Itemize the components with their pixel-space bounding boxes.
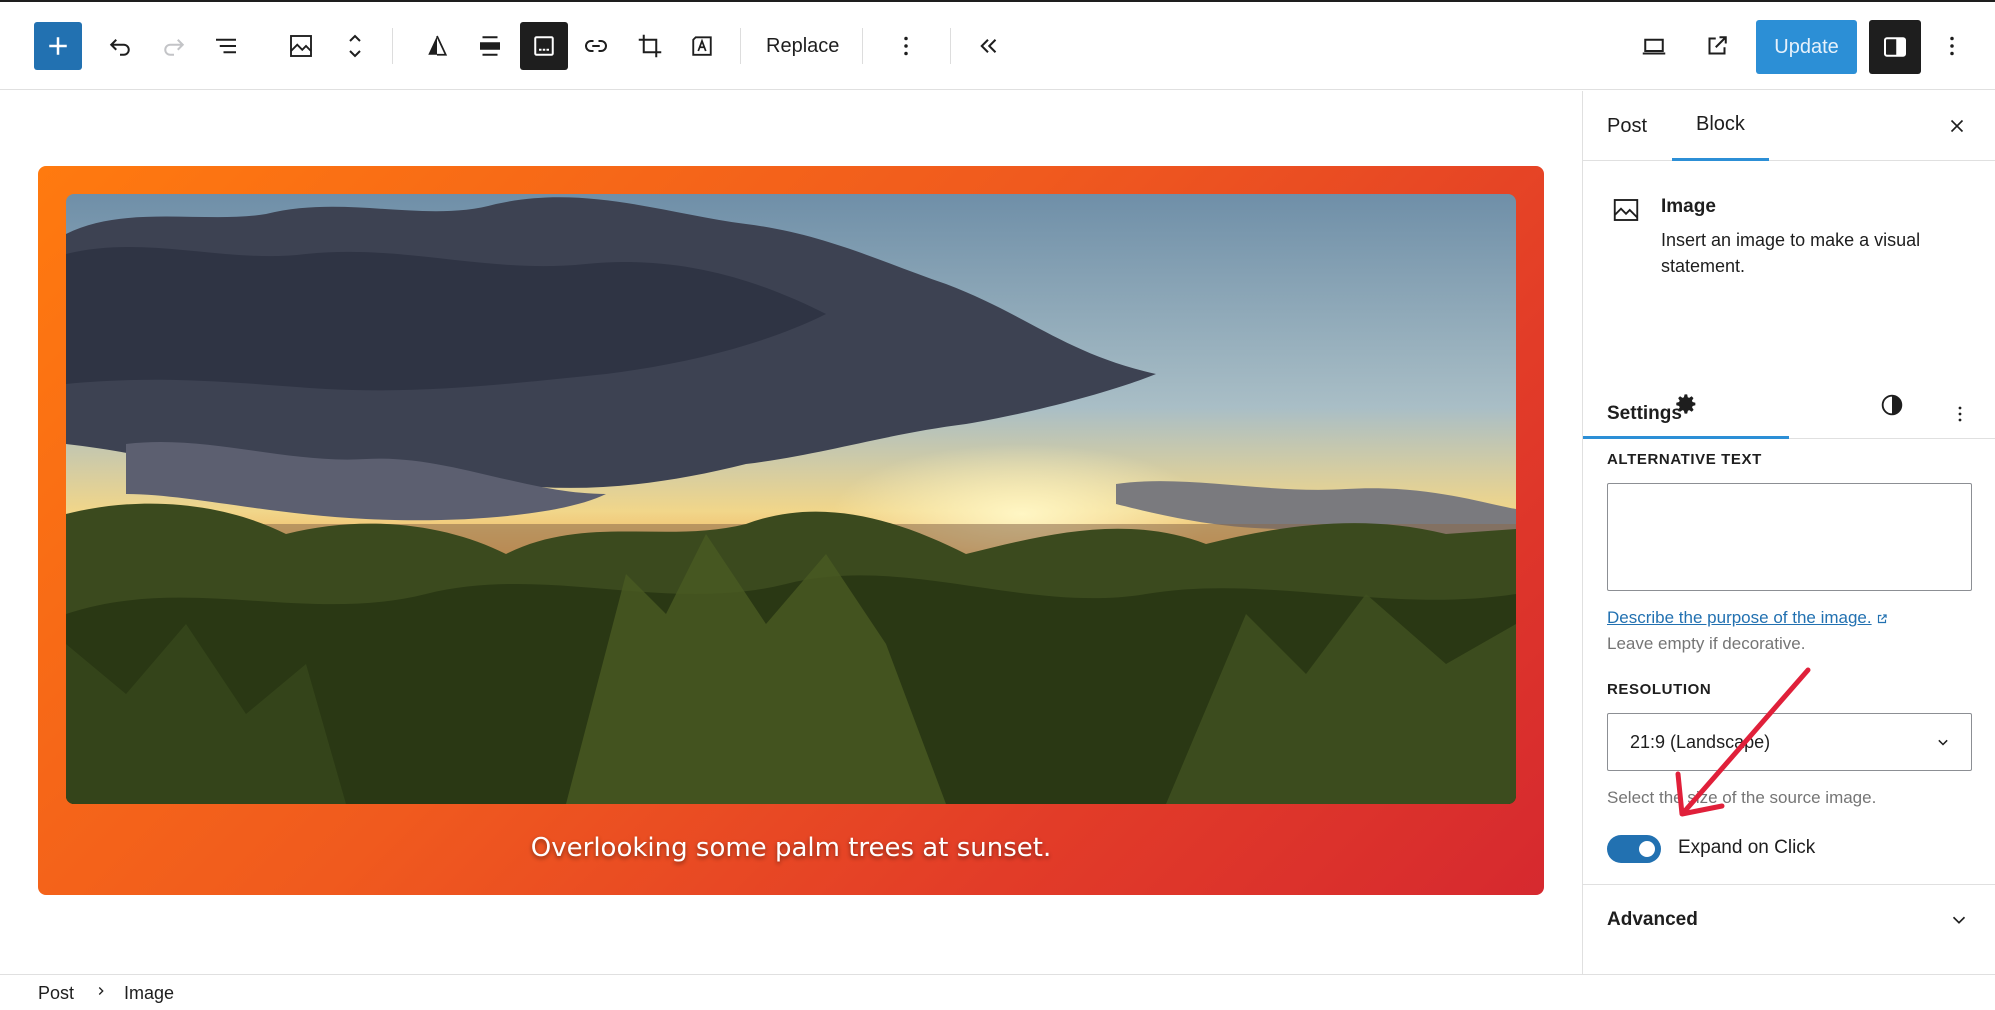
image-caption[interactable]: Overlooking some palm trees at sunset.: [38, 833, 1544, 863]
editor-toolbar: Replace Update: [0, 0, 1995, 90]
more-vertical-icon: [904, 36, 908, 56]
redo-button[interactable]: [150, 22, 198, 70]
alt-text-field[interactable]: [1607, 483, 1972, 591]
alt-text-label: ALTERNATIVE TEXT: [1607, 451, 1762, 468]
sidebar-tabs: Post Block: [1583, 91, 1995, 161]
collapse-icon: [980, 39, 997, 53]
toolbar-divider: [862, 28, 863, 64]
desktop-preview-icon: [1642, 38, 1666, 55]
link-button[interactable]: [572, 22, 620, 70]
block-card: Image Insert an image to make a visual s…: [1583, 161, 1995, 371]
block-description: Insert an image to make a visual stateme…: [1661, 230, 1921, 276]
alt-text-help-link-label[interactable]: Describe the purpose of the image.: [1607, 608, 1872, 627]
block-type-button[interactable]: [277, 22, 325, 70]
crop-button[interactable]: [626, 22, 674, 70]
undo-icon: [109, 39, 130, 56]
advanced-panel-title: Advanced: [1607, 909, 1698, 930]
align-button[interactable]: [466, 22, 514, 70]
expand-on-click-toggle[interactable]: [1607, 835, 1661, 863]
move-up-down-icon: [349, 34, 361, 58]
replace-button[interactable]: Replace: [752, 22, 853, 70]
undo-button[interactable]: [96, 22, 144, 70]
add-block-button[interactable]: [34, 22, 82, 70]
block-title: Image: [1661, 196, 1716, 217]
image-icon: [290, 35, 312, 57]
settings-options-button[interactable]: [1945, 397, 1975, 431]
view-post-button[interactable]: [1693, 22, 1741, 70]
chevron-right-icon: [98, 987, 104, 995]
resolution-value: 21:9 (Landscape): [1630, 731, 1771, 752]
crop-icon: [638, 34, 662, 58]
chevron-down-icon: [1952, 916, 1966, 924]
sunset-palm-trees-photo[interactable]: [66, 194, 1516, 804]
text-overlay-icon: [692, 36, 712, 56]
expand-on-click-label[interactable]: Expand on Click: [1678, 837, 1815, 859]
alt-text-help-link[interactable]: Describe the purpose of the image.: [1607, 608, 1889, 628]
caption-icon: [534, 36, 554, 56]
more-vertical-icon: [1958, 406, 1962, 422]
editor-canvas: Overlooking some palm trees at sunset.: [0, 91, 1582, 974]
duotone-button[interactable]: [413, 22, 461, 70]
tab-block[interactable]: Block: [1672, 91, 1769, 161]
block-options-button[interactable]: [882, 22, 930, 70]
caption-button[interactable]: [520, 22, 568, 70]
image-icon: [1613, 199, 1639, 221]
breadcrumb-image[interactable]: Image: [124, 983, 174, 1004]
close-icon: [1950, 119, 1964, 133]
block-breadcrumb: Post Image: [0, 974, 1995, 1010]
align-icon: [480, 36, 500, 56]
resolution-help: Select the size of the source image.: [1607, 788, 1877, 807]
document-overview-button[interactable]: [202, 22, 250, 70]
chevron-down-icon: [1938, 739, 1948, 746]
toggle-knob: [1639, 841, 1655, 857]
close-settings-button[interactable]: [1940, 109, 1974, 143]
alt-text-help: Leave empty if decorative.: [1607, 634, 1806, 653]
tab-post[interactable]: Post: [1583, 91, 1671, 161]
resolution-label: RESOLUTION: [1607, 681, 1712, 698]
options-icon: [1950, 36, 1954, 56]
redo-icon: [164, 39, 185, 56]
toolbar-divider: [392, 28, 393, 64]
plus-icon: [49, 37, 67, 55]
text-overlay-button[interactable]: [678, 22, 726, 70]
update-button[interactable]: Update: [1756, 20, 1857, 74]
list-view-icon: [216, 38, 236, 54]
styles-icon: [1881, 394, 1903, 416]
toolbar-divider: [950, 28, 951, 64]
advanced-panel-toggle[interactable]: Advanced: [1583, 884, 1995, 954]
options-button[interactable]: [1930, 22, 1974, 70]
link-icon: [585, 40, 607, 52]
settings-panel-title: Settings: [1607, 403, 1682, 424]
move-block-button[interactable]: [331, 22, 379, 70]
settings-toggle-button[interactable]: [1869, 20, 1921, 74]
image-block[interactable]: Overlooking some palm trees at sunset.: [38, 166, 1544, 895]
duotone-icon: [428, 35, 448, 56]
preview-button[interactable]: [1630, 22, 1678, 70]
settings-panel-icon: [1884, 37, 1906, 57]
resolution-select[interactable]: 21:9 (Landscape): [1607, 713, 1972, 771]
settings-sidebar: Post Block Image Insert an image to make…: [1582, 91, 1995, 974]
breadcrumb-post[interactable]: Post: [38, 983, 74, 1004]
toolbar-divider: [740, 28, 741, 64]
collapse-toolbar-button[interactable]: [964, 22, 1012, 70]
external-view-icon: [1708, 36, 1727, 55]
external-link-icon: [1877, 613, 1887, 623]
